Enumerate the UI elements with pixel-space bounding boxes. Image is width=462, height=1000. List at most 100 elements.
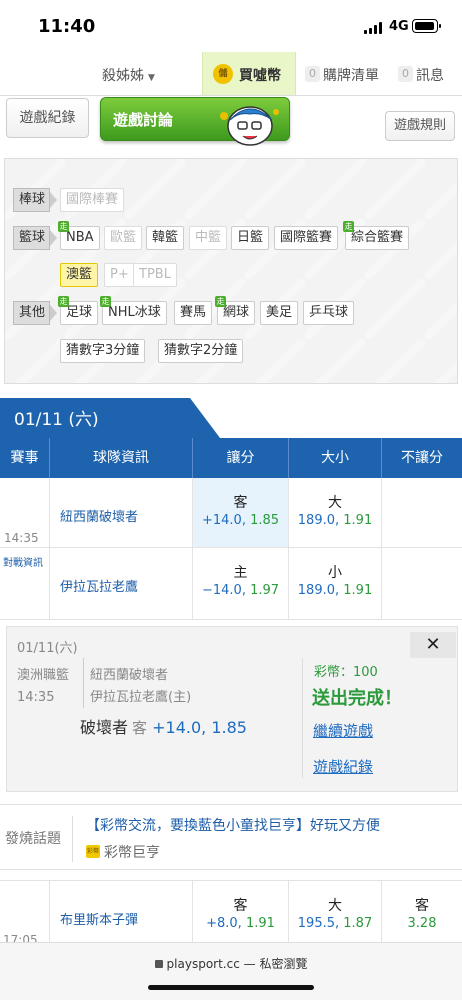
league-chip[interactable]: 綜合籃賽	[345, 226, 410, 250]
odds-value: 189.0, 1.91	[297, 583, 373, 598]
home-indicator[interactable]	[148, 985, 314, 990]
game-rules-button[interactable]: 遊戲規則	[385, 111, 455, 141]
odds-side: 客	[233, 898, 248, 914]
odds-line: −14.0	[201, 583, 242, 598]
popup-date: 01/11(六)	[17, 641, 78, 656]
odds-line: 189.0	[297, 583, 335, 598]
date-label: 01/11 (六)	[14, 410, 99, 430]
total-over-odds[interactable]: 大 189.0, 1.91	[289, 478, 382, 547]
odds-side: 大	[328, 898, 342, 914]
popup-sent-status: 送出完成！	[312, 688, 402, 709]
column-header: 球隊資訊	[50, 438, 193, 478]
league-chip[interactable]: 韓籃	[146, 226, 185, 250]
event-cell	[0, 548, 50, 619]
odds-side: 客	[415, 898, 429, 914]
total-over-odds[interactable]: 大 195.5, 1.87	[289, 881, 382, 949]
column-header: 不讓分	[401, 450, 443, 466]
user-name: 殺姊姊	[102, 68, 144, 84]
clock: 11:40	[38, 16, 96, 37]
league-chip[interactable]: 國際棒賽	[60, 188, 125, 212]
game-record-button[interactable]: 遊戲紀錄	[6, 98, 89, 138]
walk-badge: 走	[215, 296, 226, 307]
cart-link[interactable]: 購牌清單	[323, 65, 379, 85]
battery-icon	[412, 19, 441, 33]
lock-icon	[154, 960, 163, 968]
message-link[interactable]: 訊息	[416, 65, 444, 85]
buy-coin-label: 買噓幣	[239, 68, 281, 84]
league-chip[interactable]: 國際籃賽	[274, 226, 339, 250]
odds-price: 1.91	[343, 583, 373, 598]
buy-coin-button[interactable]: 儲 買噓幣	[202, 52, 296, 95]
odds-line: +14.0	[201, 513, 242, 528]
league-chip[interactable]: 猜數字2分鐘	[158, 339, 244, 363]
column-header: 大小	[289, 438, 382, 478]
odds-value: 189.0, 1.91	[297, 513, 373, 528]
url-bar[interactable]: playsport.cc — 私密瀏覽	[0, 955, 462, 972]
popup-team-home: 伊拉瓦拉老鷹(主)	[90, 690, 192, 705]
divider	[83, 658, 84, 708]
pick-team: 破壞者	[80, 718, 129, 737]
team-away-link[interactable]: 布里斯本子彈	[60, 909, 138, 928]
chevron-down-icon: ▼	[148, 73, 155, 83]
league-chip[interactable]: 日籃	[231, 226, 270, 250]
total-under-odds[interactable]: 小 189.0, 1.91	[289, 548, 382, 619]
spread-away-odds[interactable]: 客 +14.0, 1.85	[193, 478, 289, 547]
league-chip[interactable]: 乒乓球	[303, 301, 355, 325]
divider	[72, 816, 73, 862]
category-baseball: 棒球	[13, 188, 58, 212]
odds-price: 1.85	[250, 513, 280, 528]
spread-home-odds[interactable]: 主 −14.0, 1.97	[193, 548, 289, 619]
walk-badge: 走	[58, 221, 69, 232]
odds-side: 大	[328, 495, 342, 511]
spread-away-odds[interactable]: 客 +8.0, 1.91	[193, 881, 289, 949]
league-chip[interactable]: 美足	[260, 301, 299, 325]
league-chip[interactable]: TPBL	[133, 263, 177, 287]
hot-topic-author[interactable]: 彩幣巨亨	[104, 842, 160, 862]
odds-price: 3.28	[407, 916, 437, 931]
walk-badge: 走	[343, 221, 354, 232]
odds-price: 1.91	[343, 513, 373, 528]
odds-value: −14.0, 1.97	[201, 583, 280, 598]
coin-tycoon-icon: 彩幣	[86, 845, 100, 858]
team-home-link[interactable]: 伊拉瓦拉老鷹	[60, 576, 138, 595]
event-cell: 17:05	[0, 881, 50, 949]
odds-side: 客	[233, 495, 248, 511]
moneyline-cell	[382, 548, 462, 619]
pick-side: 客	[132, 719, 148, 737]
hot-topic-title[interactable]: 【彩幣交流，要換藍色小童找巨亨】好玩又方便	[86, 815, 380, 835]
league-chip[interactable]: NHL冰球	[102, 301, 167, 325]
league-chip-selected[interactable]: 澳籃	[60, 263, 99, 287]
league-filter-panel: 棒球 國際棒賽 籃球 NBA 走 歐籃 韓籃 中籃 日籃 國際籃賽 綜合籃賽 走…	[4, 158, 458, 384]
team-cell: 布里斯本子彈	[50, 881, 193, 949]
odds-side: 主	[233, 565, 248, 581]
popup-coin: 彩幣：100	[314, 665, 378, 680]
cart-count-badge: 0	[305, 66, 320, 82]
odds-price: 1.87	[343, 916, 373, 931]
odds-side: 小	[328, 565, 342, 581]
url-text: playsport.cc — 私密瀏覽	[166, 957, 308, 971]
league-chip[interactable]: P+	[104, 263, 135, 287]
league-chip[interactable]: 歐籃	[104, 226, 143, 250]
odds-line: 189.0	[297, 513, 335, 528]
close-icon[interactable]: ✕	[410, 632, 456, 658]
network-type: 4G	[389, 19, 409, 34]
game-record-link[interactable]: 遊戲紀錄	[313, 756, 373, 777]
league-chip[interactable]: 猜數字3分鐘	[60, 339, 146, 363]
odds-price: 1.91	[245, 916, 275, 931]
walk-badge: 走	[58, 296, 69, 307]
continue-game-link[interactable]: 繼續遊戲	[313, 720, 373, 741]
odds-line: 195.5	[297, 916, 335, 931]
team-away-link[interactable]: 紐西蘭破壞者	[60, 506, 138, 525]
hot-topic-label: 發燒話題	[5, 831, 61, 847]
moneyline-away-odds[interactable]: 客 3.28	[382, 881, 462, 949]
odds-price: 1.97	[250, 583, 280, 598]
column-header: 賽事	[0, 438, 50, 478]
moneyline-cell	[382, 478, 462, 547]
user-menu[interactable]: 殺姊姊 ▼	[102, 65, 155, 85]
league-chip[interactable]: 賽馬	[174, 301, 213, 325]
table-row: 17:05 布里斯本子彈 客 +8.0, 1.91 大 195.5, 1.87 …	[0, 880, 462, 950]
league-chip[interactable]: 中籃	[189, 226, 228, 250]
coin-icon: 儲	[213, 64, 233, 84]
popup-time: 14:35	[17, 690, 55, 705]
popup-pick: 破壞者客 +14.0, 1.85	[80, 714, 247, 738]
